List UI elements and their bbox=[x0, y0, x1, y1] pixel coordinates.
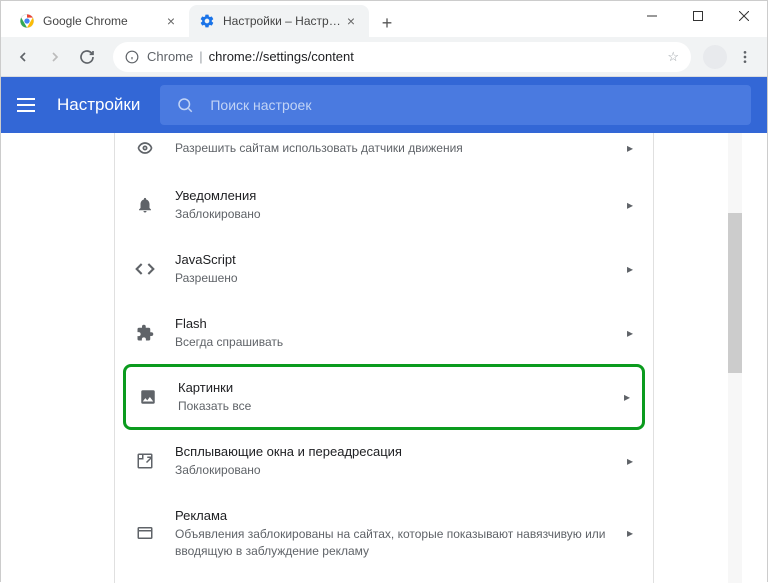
chevron-right-icon: ▸ bbox=[627, 198, 633, 212]
row-subtitle: Заблокировано bbox=[175, 206, 615, 223]
row-text: УведомленияЗаблокировано bbox=[175, 187, 615, 223]
row-title: Реклама bbox=[175, 507, 615, 525]
search-placeholder: Поиск настроек bbox=[210, 97, 311, 113]
row-title: Картинки bbox=[178, 379, 612, 397]
page-title: Настройки bbox=[57, 95, 140, 115]
image-icon bbox=[138, 387, 158, 407]
popup-icon bbox=[135, 451, 155, 471]
row-text: Разрешить сайтам использовать датчики дв… bbox=[175, 139, 615, 157]
row-subtitle: Показать все bbox=[178, 398, 612, 415]
url-scheme: Chrome bbox=[147, 49, 193, 64]
row-subtitle: Всегда спрашивать bbox=[175, 334, 615, 351]
reload-button[interactable] bbox=[73, 43, 101, 71]
site-info-icon[interactable] bbox=[125, 50, 139, 64]
scrollbar-track[interactable] bbox=[728, 133, 742, 583]
settings-row-ads[interactable]: РекламаОбъявления заблокированы на сайта… bbox=[115, 493, 653, 574]
url-path: chrome://settings/content bbox=[209, 49, 354, 64]
settings-list: Разрешить сайтам использовать датчики дв… bbox=[114, 133, 654, 583]
row-text: FlashВсегда спрашивать bbox=[175, 315, 615, 351]
settings-row-puzzle[interactable]: FlashВсегда спрашивать ▸ bbox=[115, 301, 653, 365]
row-title: Всплывающие окна и переадресация bbox=[175, 443, 615, 461]
window-maximize-button[interactable] bbox=[675, 1, 721, 31]
settings-row-bell[interactable]: УведомленияЗаблокировано ▸ bbox=[115, 173, 653, 237]
url-separator: | bbox=[199, 49, 202, 64]
settings-content: Разрешить сайтам использовать датчики дв… bbox=[1, 133, 767, 583]
tab-close-icon[interactable]: × bbox=[163, 13, 179, 29]
bell-icon bbox=[135, 195, 155, 215]
code-icon bbox=[135, 259, 155, 279]
tab-chrome[interactable]: Google Chrome × bbox=[9, 5, 189, 37]
chrome-icon bbox=[19, 13, 35, 29]
bookmark-icon[interactable]: ☆ bbox=[667, 49, 679, 65]
puzzle-icon bbox=[135, 323, 155, 343]
back-button[interactable] bbox=[9, 43, 37, 71]
settings-row-popup[interactable]: Всплывающие окна и переадресацияЗаблокир… bbox=[115, 429, 653, 493]
settings-row-motion[interactable]: Разрешить сайтам использовать датчики дв… bbox=[115, 133, 653, 173]
tab-label: Настройки – Настройки сайта bbox=[223, 14, 343, 28]
tab-settings[interactable]: Настройки – Настройки сайта × bbox=[189, 5, 369, 37]
search-icon bbox=[176, 96, 194, 114]
tab-label: Google Chrome bbox=[43, 14, 163, 28]
forward-button[interactable] bbox=[41, 43, 69, 71]
chevron-right-icon: ▸ bbox=[624, 390, 630, 404]
motion-icon bbox=[135, 138, 155, 158]
profile-avatar[interactable] bbox=[703, 45, 727, 69]
window-close-button[interactable] bbox=[721, 1, 767, 31]
settings-header: Настройки Поиск настроек bbox=[1, 77, 767, 133]
browser-toolbar: Chrome | chrome://settings/content ☆ bbox=[1, 37, 767, 77]
chevron-right-icon: ▸ bbox=[627, 262, 633, 276]
browser-menu-button[interactable] bbox=[731, 43, 759, 71]
ads-icon bbox=[135, 523, 155, 543]
row-title: Flash bbox=[175, 315, 615, 333]
row-text: РекламаОбъявления заблокированы на сайта… bbox=[175, 507, 615, 560]
row-subtitle: Разрешено bbox=[175, 270, 615, 287]
chevron-right-icon: ▸ bbox=[627, 454, 633, 468]
menu-icon[interactable] bbox=[17, 93, 41, 117]
gear-icon bbox=[199, 13, 215, 29]
scrollbar-thumb[interactable] bbox=[728, 213, 742, 373]
window-minimize-button[interactable] bbox=[629, 1, 675, 31]
row-text: КартинкиПоказать все bbox=[178, 379, 612, 415]
settings-row-image[interactable]: КартинкиПоказать все ▸ bbox=[123, 364, 645, 430]
row-title: Уведомления bbox=[175, 187, 615, 205]
row-text: Всплывающие окна и переадресацияЗаблокир… bbox=[175, 443, 615, 479]
row-subtitle: Заблокировано bbox=[175, 462, 615, 479]
row-title: JavaScript bbox=[175, 251, 615, 269]
chevron-right-icon: ▸ bbox=[627, 526, 633, 540]
settings-row-code[interactable]: JavaScriptРазрешено ▸ bbox=[115, 237, 653, 301]
chevron-right-icon: ▸ bbox=[627, 141, 633, 155]
tab-close-icon[interactable]: × bbox=[343, 13, 359, 29]
new-tab-button[interactable]: + bbox=[373, 9, 401, 37]
row-subtitle: Объявления заблокированы на сайтах, кото… bbox=[175, 526, 615, 560]
address-bar[interactable]: Chrome | chrome://settings/content ☆ bbox=[113, 42, 691, 72]
row-subtitle: Разрешить сайтам использовать датчики дв… bbox=[175, 140, 615, 157]
settings-search[interactable]: Поиск настроек bbox=[160, 85, 751, 125]
row-text: JavaScriptРазрешено bbox=[175, 251, 615, 287]
chevron-right-icon: ▸ bbox=[627, 326, 633, 340]
